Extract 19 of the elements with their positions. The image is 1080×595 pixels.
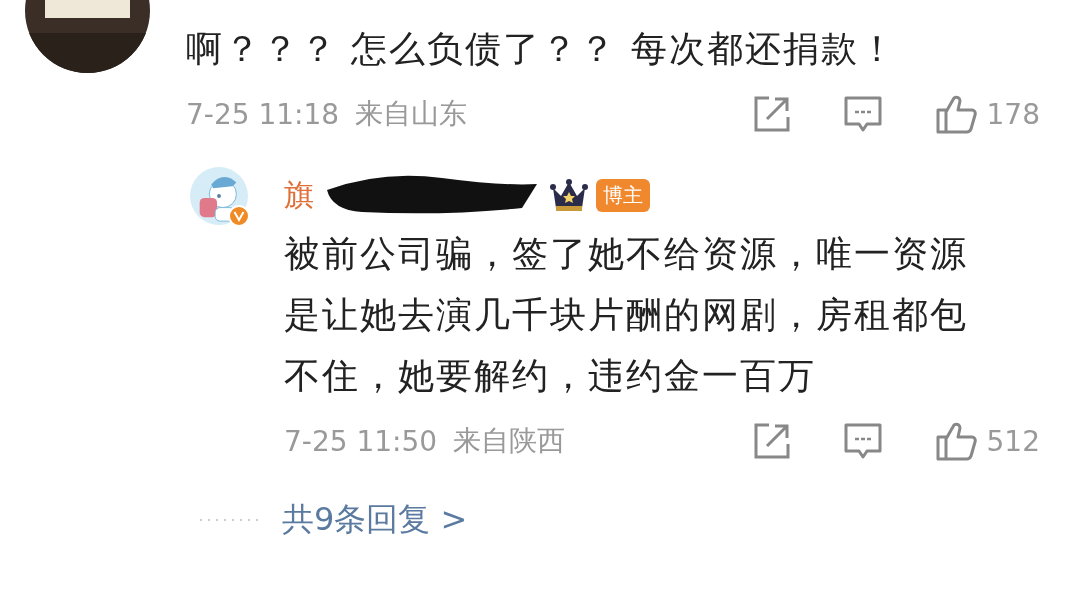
comment-text: 啊？？？ 怎么负债了？？ 每次都还捐款！ [186,27,898,71]
like-icon[interactable] [934,94,977,134]
comment-text: 被前公司骗，签了她不给资源，唯一资源是让她去演几千块片酬的网剧，房租都包不住，她要解约，违约金一百万 [284,232,969,398]
comment-location: 来自陕西 [453,423,566,459]
more-replies-link[interactable]: 共9条回复 > [282,498,468,542]
share-icon[interactable] [752,95,791,133]
blogger-badge: 博主 [596,178,650,212]
comment-time: 7-25 11:50 [284,424,438,458]
share-icon[interactable] [752,422,791,460]
crown-icon [550,178,588,212]
user-name[interactable]: 旗 [284,174,314,216]
comment-location: 来自山东 [355,96,468,132]
like-count: 512 [986,424,1040,458]
comment-time: 7-25 11:18 [186,97,340,131]
comment-icon[interactable] [842,422,883,460]
comment-icon[interactable] [842,95,883,133]
dotted-line-icon [200,518,260,522]
like-icon[interactable] [934,421,977,461]
like-count: 178 [986,97,1040,131]
